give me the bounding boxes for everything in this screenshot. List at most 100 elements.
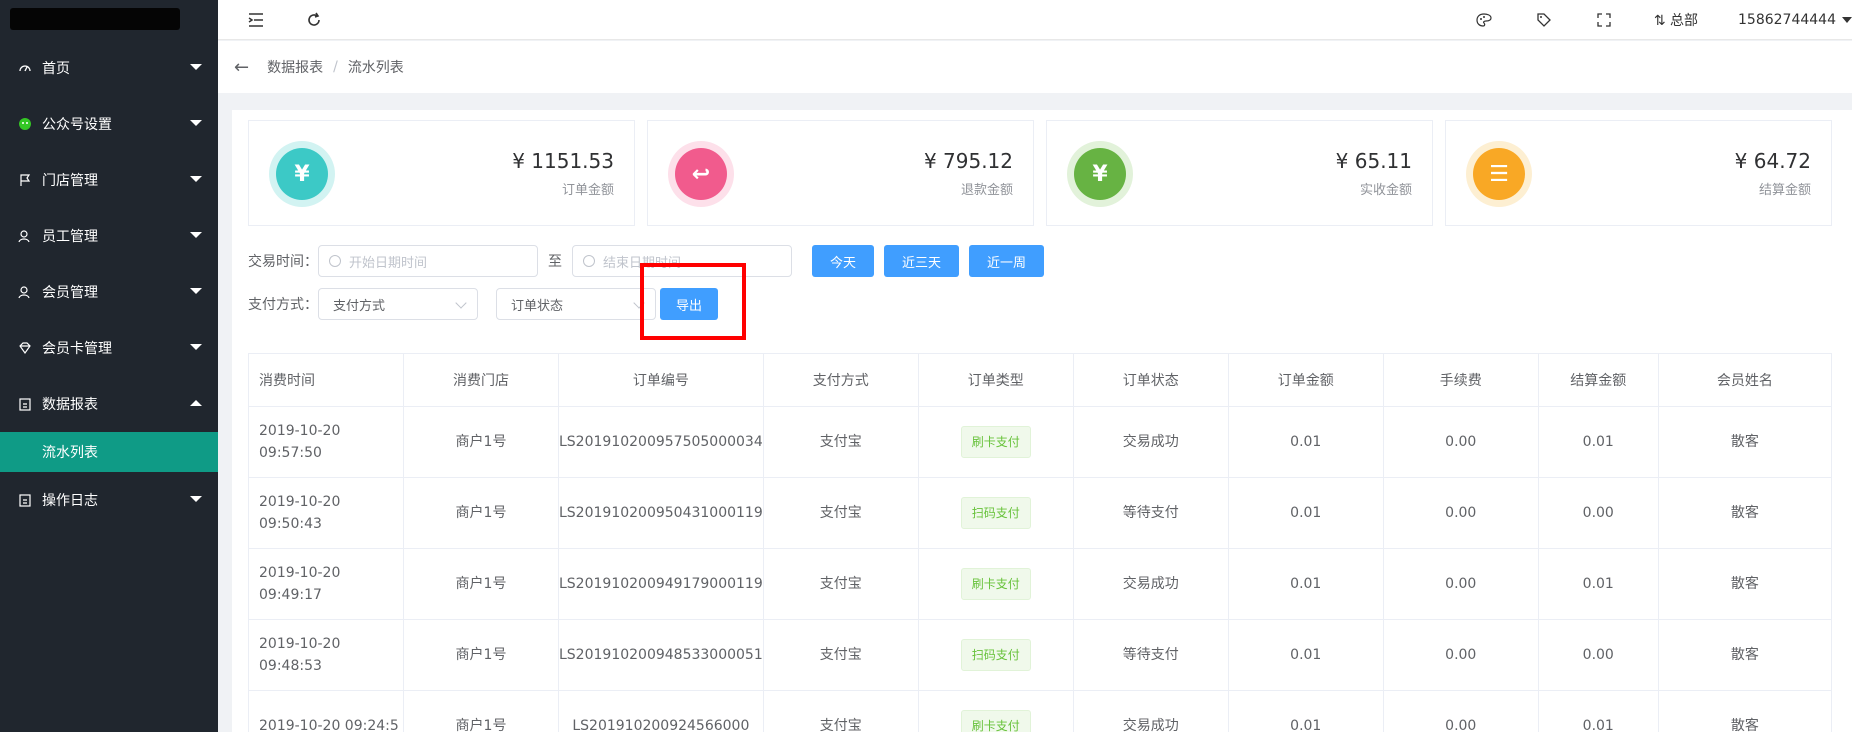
sidebar-item-label: 门店管理	[42, 173, 98, 189]
tag-icon[interactable]	[1534, 10, 1554, 30]
sidebar-item-staff[interactable]: 员工管理	[0, 208, 218, 264]
cell-order-type: 刷卡支付	[917, 548, 1074, 620]
settlement-amount-card: ☰ ¥ 64.72 结算金额	[1445, 120, 1832, 226]
column-header: 订单类型	[917, 353, 1074, 407]
table-row[interactable]: 2019-10-20 09:49:17 商户1号 LS2019102009491…	[248, 548, 1833, 620]
cell-time: 2019-10-20 09:57:50	[248, 406, 404, 478]
summary-cards: ¥ ¥ 1151.53 订单金额 ↩ ¥ 795.12 退款金额 ¥ ¥ 65.…	[248, 120, 1832, 226]
breadcrumb-parent[interactable]: 数据报表	[267, 57, 323, 77]
sidebar-subitem-flow-list[interactable]: 流水列表	[0, 432, 218, 472]
caret-down-icon	[190, 496, 202, 502]
cell-member: 散客	[1657, 477, 1833, 549]
sidebar-item-home[interactable]: 首页	[0, 40, 218, 96]
select-value: 支付方式	[333, 298, 386, 314]
cell-settle: 0.00	[1537, 477, 1659, 549]
cell-order-type: 刷卡支付	[917, 690, 1074, 732]
cell-order-no: LS201910200957505000034	[558, 406, 764, 478]
card-amount: ¥ 1151.53	[512, 149, 614, 173]
shield-yen-icon: ¥	[1074, 148, 1126, 200]
cell-status: 交易成功	[1072, 690, 1229, 732]
card-amount: ¥ 65.11	[1335, 149, 1412, 173]
user-phone: 15862744444	[1738, 12, 1836, 28]
order-status-select[interactable]: 订单状态	[496, 288, 656, 320]
cell-fee: 0.00	[1382, 690, 1539, 732]
transactions-table: 消费时间 消费门店 订单编号 支付方式 订单类型 订单状态 订单金额 手续费 结…	[248, 353, 1833, 732]
caret-down-icon	[1842, 17, 1852, 23]
start-date-input[interactable]: 开始日期时间	[318, 245, 538, 277]
cell-order-no: LS201910200948533000051	[558, 619, 764, 691]
cell-pay-method: 支付宝	[762, 477, 919, 549]
document-icon: ☰	[1473, 148, 1525, 200]
diamond-icon	[18, 341, 32, 355]
cell-time: 2019-10-20 09:24:5	[248, 690, 404, 732]
cell-time: 2019-10-20 09:48:53	[248, 619, 404, 691]
payment-method-select[interactable]: 支付方式	[318, 288, 478, 320]
card-label: 订单金额	[561, 183, 614, 198]
order-type-tag: 刷卡支付	[960, 426, 1031, 458]
table-row[interactable]: 2019-10-20 09:57:50 商户1号 LS2019102009575…	[248, 406, 1833, 478]
cell-member: 散客	[1657, 406, 1833, 478]
column-header: 支付方式	[762, 353, 919, 407]
store-name: 总部	[1670, 13, 1699, 29]
export-button[interactable]: 导出	[660, 288, 719, 320]
cell-store: 商户1号	[403, 548, 559, 620]
sidebar-item-label: 员工管理	[42, 229, 98, 245]
cell-store: 商户1号	[403, 477, 559, 549]
last-week-button[interactable]: 近一周	[969, 245, 1045, 277]
report-icon	[18, 397, 32, 411]
sidebar-item-reports[interactable]: 数据报表	[0, 376, 218, 432]
order-type-tag: 扫码支付	[960, 639, 1031, 671]
fullscreen-icon[interactable]	[1594, 10, 1614, 30]
table-row[interactable]: 2019-10-20 09:50:43 商户1号 LS2019102009504…	[248, 477, 1833, 549]
sidebar-item-stores[interactable]: 门店管理	[0, 152, 218, 208]
back-arrow-icon[interactable]: ←	[234, 57, 249, 78]
cell-order-no: LS201910200950431000119	[558, 477, 764, 549]
wechat-icon	[18, 117, 32, 131]
settlement-amount-circle: ☰	[1466, 141, 1532, 207]
logo	[0, 0, 218, 40]
cell-settle: 0.01	[1537, 548, 1659, 620]
order-type-tag: 刷卡支付	[960, 568, 1031, 600]
cell-amount: 0.01	[1227, 690, 1384, 732]
menu-fold-icon[interactable]	[246, 10, 266, 30]
clock-icon	[583, 255, 595, 267]
to-label: 至	[548, 254, 562, 270]
sidebar-item-label: 会员卡管理	[42, 341, 112, 357]
sidebar: 首页 公众号设置 门店管理 员工管理 会员管理 会员卡管理 数据报表 流水列表 …	[0, 0, 218, 732]
cell-time: 2019-10-20 09:50:43	[248, 477, 404, 549]
table-row[interactable]: 2019-10-20 09:24:5 商户1号 LS20191020092456…	[248, 690, 1833, 732]
card-label: 结算金额	[1758, 183, 1811, 198]
user-menu[interactable]: 15862744444	[1738, 12, 1852, 28]
today-button[interactable]: 今天	[812, 245, 875, 277]
cell-settle: 0.00	[1537, 619, 1659, 691]
cell-fee: 0.00	[1382, 477, 1539, 549]
table-row[interactable]: 2019-10-20 09:48:53 商户1号 LS2019102009485…	[248, 619, 1833, 691]
cell-settle: 0.01	[1537, 406, 1659, 478]
refresh-icon[interactable]	[304, 10, 324, 30]
order-amount-circle: ¥	[269, 141, 335, 207]
sidebar-item-wechat[interactable]: 公众号设置	[0, 96, 218, 152]
caret-down-icon	[190, 232, 202, 238]
cell-order-type: 扫码支付	[917, 477, 1074, 549]
last-three-days-button[interactable]: 近三天	[884, 245, 960, 277]
order-amount-card: ¥ ¥ 1151.53 订单金额	[248, 120, 635, 226]
clock-icon	[329, 255, 341, 267]
card-amount: ¥ 795.12	[923, 149, 1013, 173]
store-switch[interactable]: ⇅ 总部	[1654, 10, 1698, 30]
received-amount-circle: ¥	[1067, 141, 1133, 207]
breadcrumb-current: 流水列表	[347, 60, 404, 76]
time-filter-row: 交易时间： 开始日期时间 至 结束日期时间 今天 近三天 近一周	[248, 245, 1045, 277]
sidebar-item-members[interactable]: 会员管理	[0, 264, 218, 320]
chevron-down-icon	[455, 297, 467, 309]
sidebar-item-member-cards[interactable]: 会员卡管理	[0, 320, 218, 376]
sidebar-item-logs[interactable]: 操作日志	[0, 472, 218, 528]
end-date-input[interactable]: 结束日期时间	[572, 245, 792, 277]
palette-icon[interactable]	[1474, 10, 1494, 30]
card-label: 实收金额	[1359, 183, 1412, 198]
cell-member: 散客	[1657, 548, 1833, 620]
sidebar-item-label: 首页	[42, 61, 70, 77]
order-type-tag: 刷卡支付	[960, 710, 1031, 732]
cell-store: 商户1号	[403, 406, 559, 478]
flag-icon	[18, 173, 32, 187]
caret-down-icon	[190, 120, 202, 126]
